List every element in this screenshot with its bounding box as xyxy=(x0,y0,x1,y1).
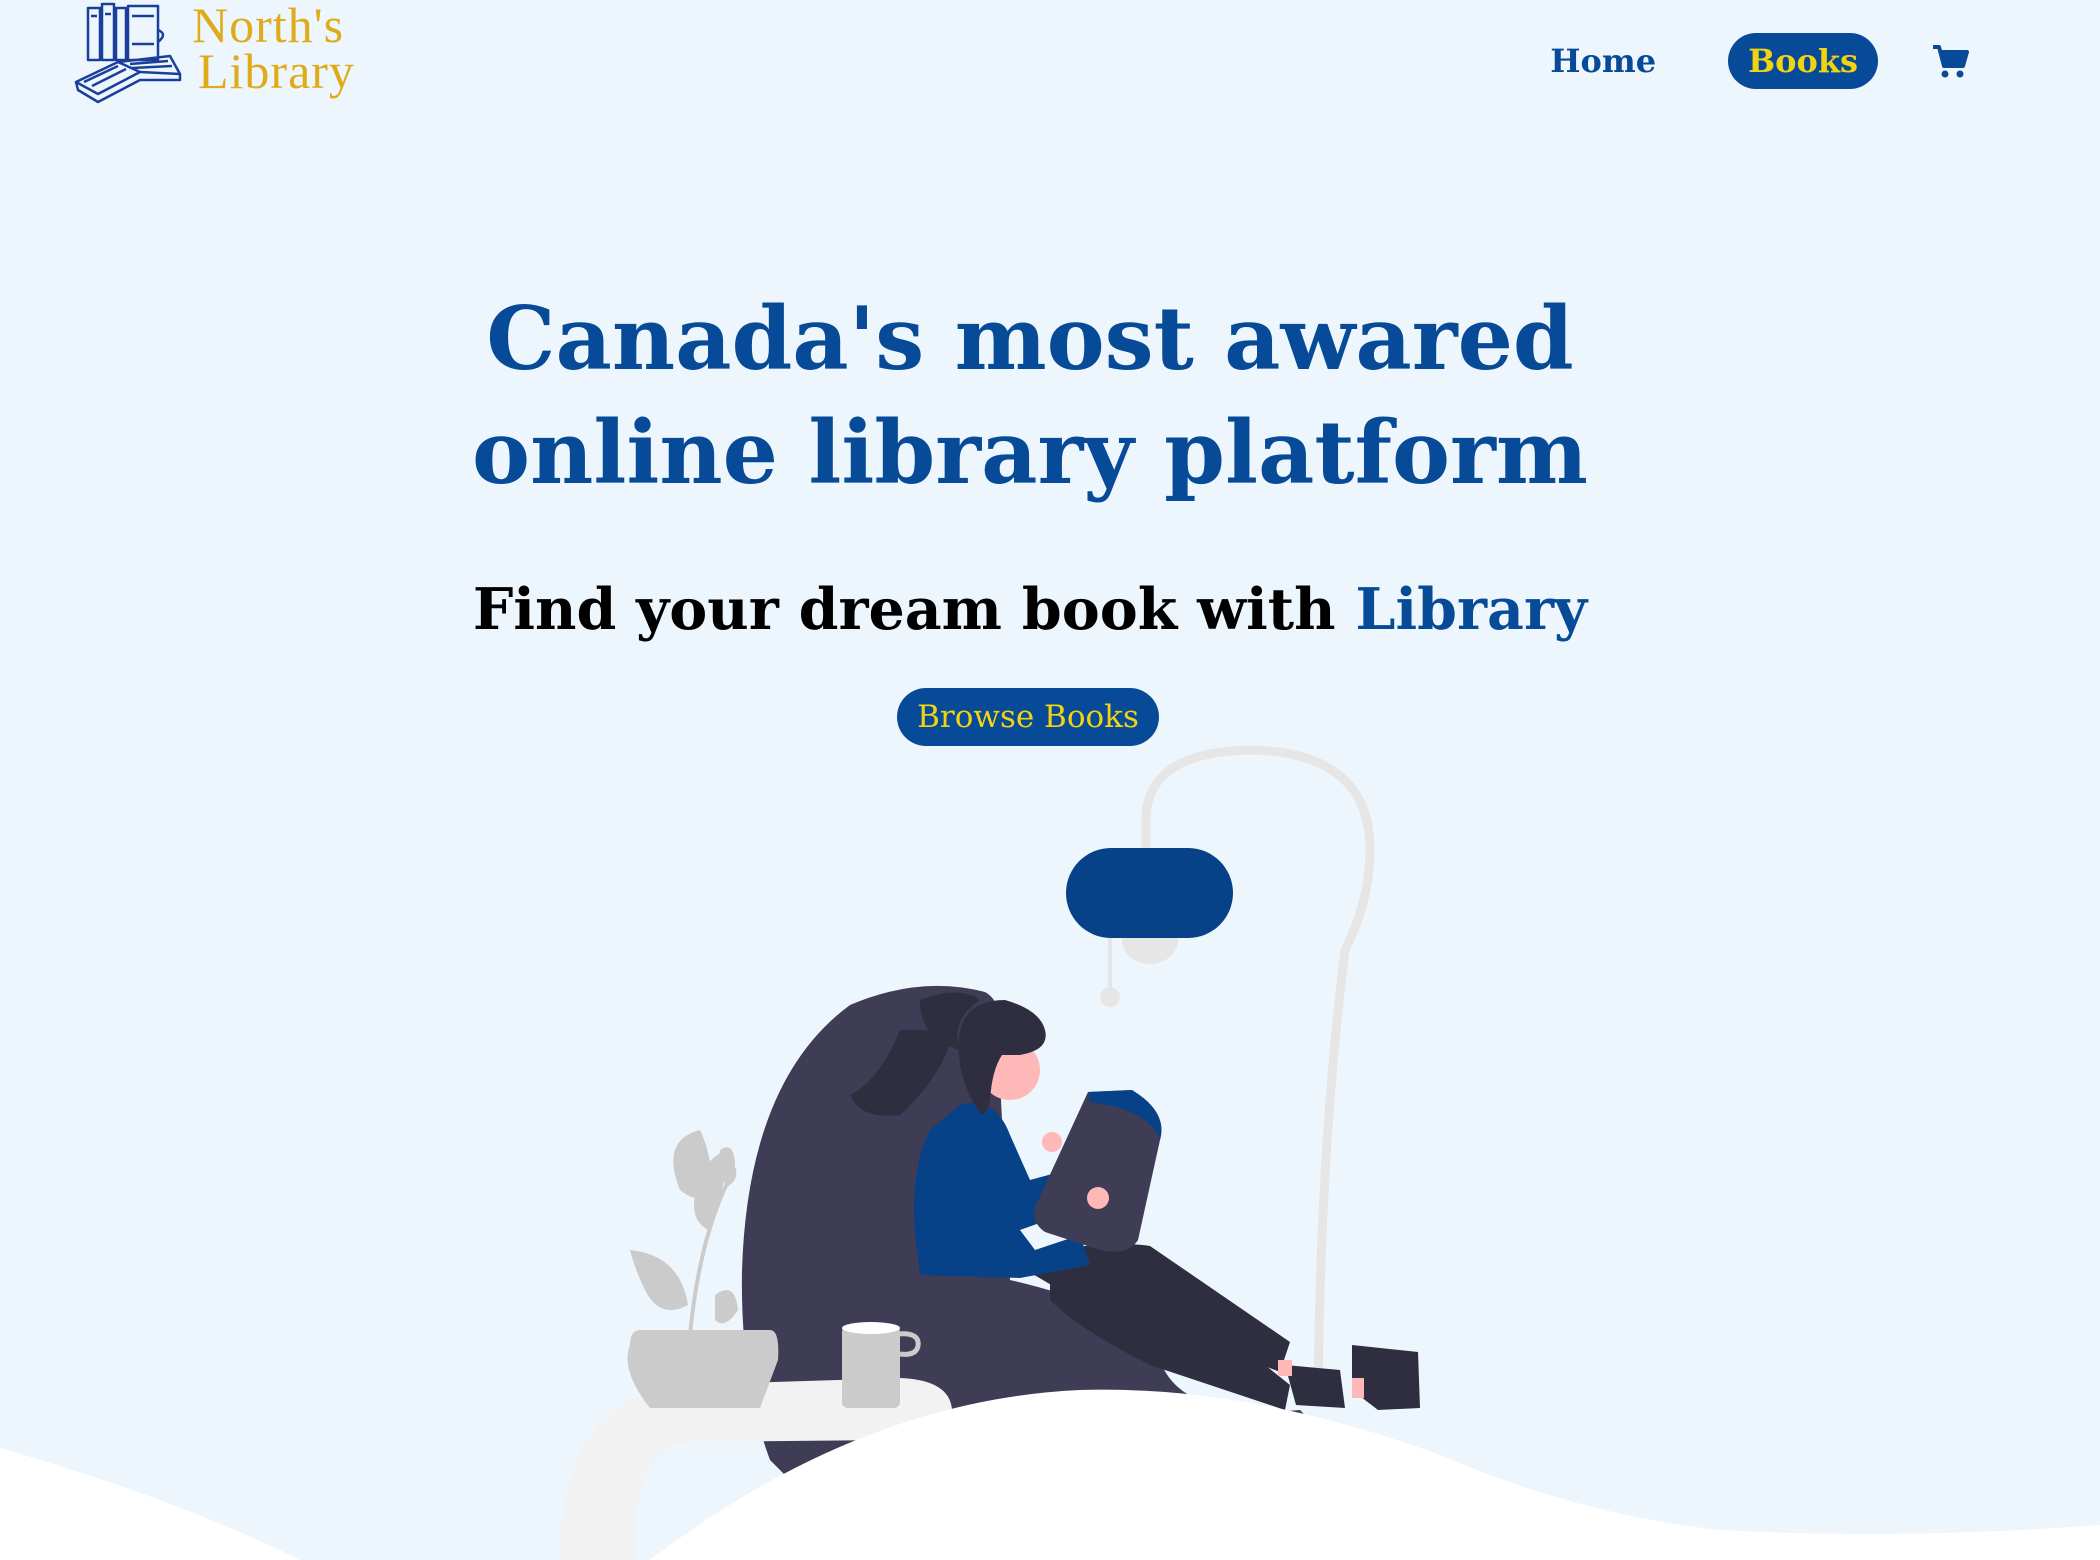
hero-title-line-1: Canada's most awared xyxy=(486,287,1574,390)
cart-icon[interactable] xyxy=(1930,41,1970,81)
nav-menu: Home Books xyxy=(1530,32,1970,90)
nav-books-link[interactable]: Books xyxy=(1728,33,1878,89)
reading-woman-illustration xyxy=(0,745,2100,1560)
brand-line-1: North's xyxy=(192,0,345,53)
nav-home-link[interactable]: Home xyxy=(1530,33,1676,89)
brand-wordmark: North's Library xyxy=(192,0,355,99)
hero-subtitle-accent: Library xyxy=(1355,576,1588,643)
hero-subtitle-prefix: Find your dream book with xyxy=(472,576,1336,643)
brand-logo[interactable]: North's Library xyxy=(70,0,370,110)
white-wave-graphic xyxy=(0,1389,2100,1560)
hero-title-line-2: online library platform xyxy=(472,401,1588,504)
hero-subtitle: Find your dream book with Library xyxy=(0,575,2060,645)
brand-line-2: Library xyxy=(198,43,355,99)
hero-title: Canada's most awared online library plat… xyxy=(0,282,2060,510)
top-navbar: North's Library Home Books xyxy=(0,0,2100,130)
books-logo-icon xyxy=(74,2,182,104)
